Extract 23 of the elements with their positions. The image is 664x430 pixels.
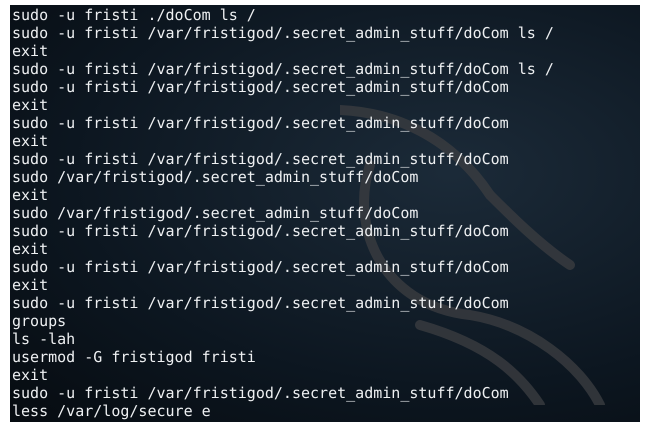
terminal-line: groups [12,312,68,330]
terminal-line: sudo -u fristi /var/fristigod/.secret_admin_stuff/doCom [12,114,510,132]
terminal-line: less /var/log/secure e [12,402,212,420]
terminal-line: exit [12,186,50,204]
terminal-line: sudo -u fristi /var/fristigod/.secret_admin_stuff/doCom [12,258,510,276]
terminal-line: sudo -u fristi /var/fristigod/.secret_admin_stuff/doCom [12,294,510,312]
terminal-line: sudo -u fristi /var/fristigod/.secret_admin_stuff/doCom [12,384,510,402]
terminal-line: sudo -u fristi /var/fristigod/.secret_admin_stuff/doCom [12,222,510,240]
terminal-line: exit [12,366,50,384]
terminal-line: sudo -u fristi ./doCom ls / [12,6,257,24]
terminal-line: sudo /var/fristigod/.secret_admin_stuff/doCom [12,168,420,186]
terminal-line: sudo /var/fristigod/.secret_admin_stuff/doCom [12,204,420,222]
terminal-line: exit [12,96,50,114]
terminal-line: exit [12,42,50,60]
terminal-line: usermod -G fristigod fristi [12,348,257,366]
terminal-line: sudo -u fristi /var/fristigod/.secret_admin_stuff/doCom ls / [12,24,555,42]
terminal-line: exit [12,240,50,258]
terminal-line: ls -lah [12,330,76,348]
terminal-line: sudo -u fristi /var/fristigod/.secret_admin_stuff/doCom [12,78,510,96]
terminal-line: sudo -u fristi /var/fristigod/.secret_admin_stuff/doCom [12,150,510,168]
terminal-line: exit [12,132,50,150]
terminal-line: exit [12,276,50,294]
terminal-line: sudo -u fristi /var/fristigod/.secret_admin_stuff/doCom ls / [12,60,555,78]
